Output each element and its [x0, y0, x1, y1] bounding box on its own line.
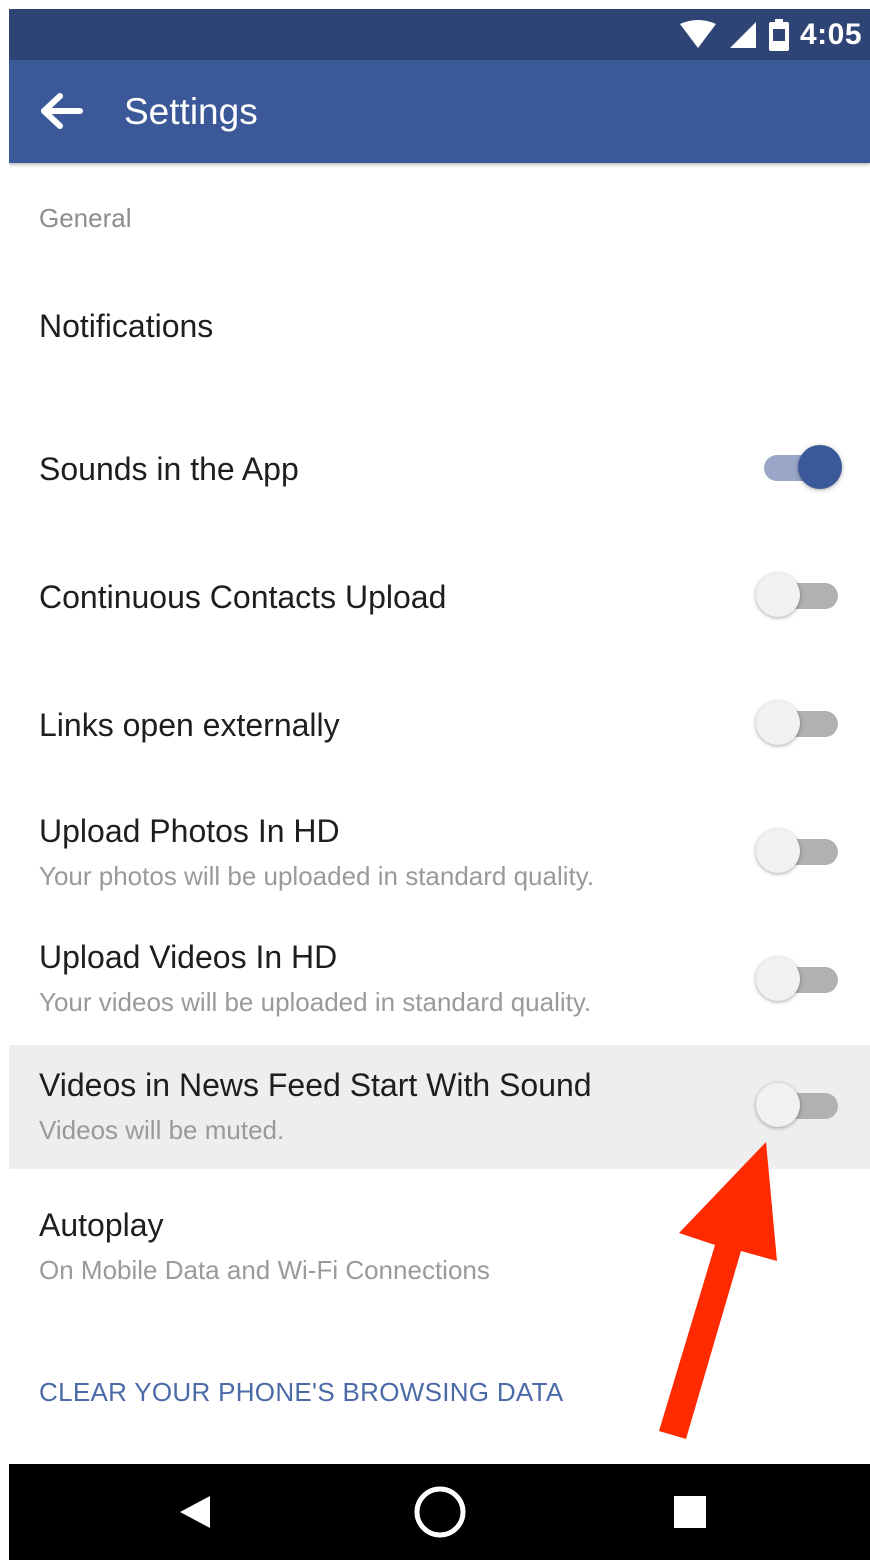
toggle-thumb [756, 701, 800, 745]
row-subtitle: Your photos will be uploaded in standard… [39, 861, 595, 891]
nav-back-button[interactable] [149, 1464, 239, 1560]
section-header-general: General [39, 203, 132, 233]
status-time: 4:05 [799, 17, 862, 51]
row-title: Autoplay [39, 1207, 164, 1243]
sounds-toggle[interactable] [756, 445, 842, 489]
app-bar: Settings [9, 60, 870, 163]
battery-icon [768, 18, 789, 51]
row-title: Sounds in the App [39, 451, 299, 487]
toggle-thumb [756, 573, 800, 617]
row-title: Upload Photos In HD [39, 813, 340, 849]
row-title: Videos in News Feed Start With Sound [39, 1067, 592, 1103]
nav-home-button[interactable] [395, 1464, 485, 1560]
settings-row-videos-hd[interactable]: Upload Videos In HD Your videos will be … [9, 915, 870, 1043]
toggle-thumb [798, 445, 842, 489]
nav-recents-button[interactable] [645, 1464, 735, 1560]
row-subtitle: On Mobile Data and Wi-Fi Connections [39, 1255, 490, 1285]
settings-row-links-external[interactable]: Links open externally [9, 659, 870, 769]
toggle-thumb [756, 829, 800, 873]
square-recents-icon [674, 1496, 706, 1528]
row-title: Upload Videos In HD [39, 939, 338, 975]
settings-row-notifications[interactable]: Notifications [9, 258, 870, 378]
toggle-thumb [756, 1083, 800, 1127]
row-title: Links open externally [39, 707, 340, 743]
phone-screen: 4:05 Settings General Notifications Soun… [9, 9, 870, 1560]
signal-icon [729, 21, 756, 48]
clear-browsing-data-link[interactable]: CLEAR YOUR PHONE'S BROWSING DATA [39, 1377, 564, 1408]
settings-row-sounds[interactable]: Sounds in the App [9, 403, 870, 513]
row-title: Notifications [39, 308, 214, 344]
circle-home-icon [414, 1486, 466, 1538]
page-title: Settings [124, 91, 258, 132]
contacts-upload-toggle[interactable] [756, 573, 842, 617]
links-external-toggle[interactable] [756, 701, 842, 745]
videos-hd-toggle[interactable] [756, 957, 842, 1001]
back-button[interactable] [37, 86, 87, 136]
row-title: Continuous Contacts Upload [39, 579, 447, 615]
photos-hd-toggle[interactable] [756, 829, 842, 873]
red-arrow-icon [659, 1142, 777, 1439]
status-bar: 4:05 [9, 9, 870, 60]
row-subtitle: Your videos will be uploaded in standard… [39, 987, 592, 1017]
videos-sound-toggle[interactable] [756, 1083, 842, 1127]
wifi-icon [679, 19, 716, 48]
settings-row-contacts-upload[interactable]: Continuous Contacts Upload [9, 531, 870, 641]
row-subtitle: Videos will be muted. [39, 1115, 285, 1145]
android-nav-bar [9, 1464, 870, 1560]
back-arrow-icon [41, 93, 83, 129]
toggle-thumb [756, 957, 800, 1001]
status-icons: 4:05 [678, 9, 862, 60]
triangle-back-icon [180, 1496, 210, 1528]
settings-row-videos-sound[interactable]: Videos in News Feed Start With Sound Vid… [9, 1045, 870, 1169]
settings-row-autoplay[interactable]: Autoplay On Mobile Data and Wi-Fi Connec… [9, 1169, 870, 1309]
settings-row-photos-hd[interactable]: Upload Photos In HD Your photos will be … [9, 787, 870, 915]
